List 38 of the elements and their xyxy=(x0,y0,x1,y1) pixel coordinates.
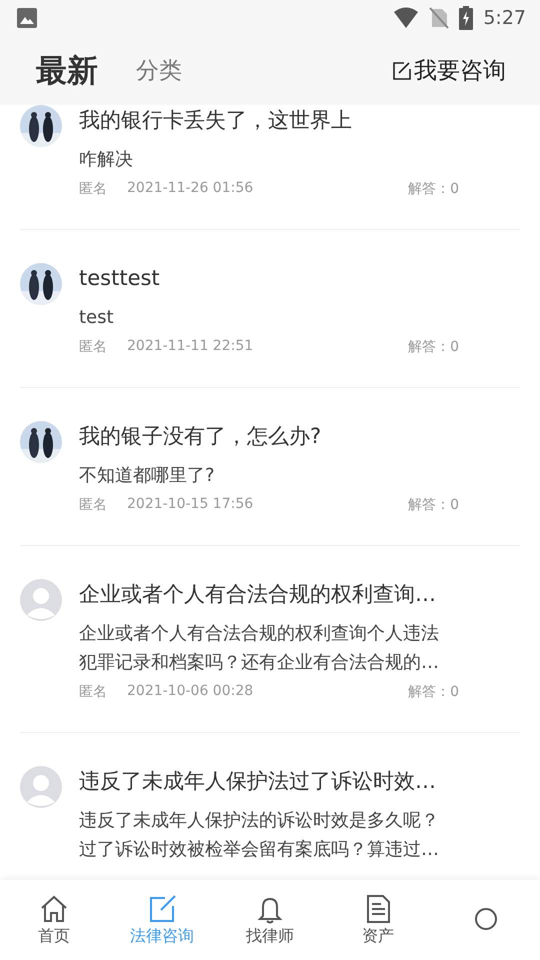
question-text: 不知道都哪里了? xyxy=(79,464,216,488)
question-text: test xyxy=(79,306,115,330)
author-label: 匿名 xyxy=(79,496,107,514)
home-icon xyxy=(39,894,69,924)
no-sim-icon xyxy=(429,7,450,29)
avatar-icon xyxy=(20,579,62,621)
header-tab[interactable]: 最新 xyxy=(36,50,98,92)
nav-tab[interactable]: 找律师 xyxy=(216,880,324,960)
wifi-icon xyxy=(393,7,420,29)
edit-icon xyxy=(392,60,412,80)
question-date: 2021-10-15 17:56 xyxy=(127,496,254,514)
question-title[interactable]: 违反了未成年人保护法过了诉讼时效… xyxy=(79,766,447,796)
question-text: 咋解决 xyxy=(79,148,134,172)
question-title[interactable]: 企业或者个人有合法合规的权利查询… xyxy=(79,579,459,609)
question-text: 违反了未成年人保护法的诉讼时效是多久呢？过了诉讼时效被检举会留有案底吗？算违过… xyxy=(79,809,440,862)
answer-count: 解答：0 xyxy=(408,496,459,514)
answer-count: 解答：0 xyxy=(408,180,459,198)
avatar-icon xyxy=(20,766,62,808)
question-date: 2021-11-11 22:51 xyxy=(127,338,254,356)
question-title[interactable]: 我的银子没有了，怎么办? xyxy=(79,421,459,451)
question-date: 2021-10-06 00:28 xyxy=(127,683,254,701)
question-text: 企业或者个人有合法合规的权利查询个人违法犯罪记录和档案吗？还有企业有合法合规的… xyxy=(79,622,440,675)
edit-icon xyxy=(147,894,177,924)
author-label: 匿名 xyxy=(79,180,107,198)
nav-tab[interactable]: 资产 xyxy=(324,880,432,960)
answer-count: 解答：0 xyxy=(408,338,459,356)
consult-button[interactable]: 我要咨询 xyxy=(392,55,520,86)
header-tab[interactable]: 分类 xyxy=(136,55,182,86)
status-time: 5:27 xyxy=(483,7,526,29)
answer-count: 解答：0 xyxy=(408,683,459,701)
author-label: 匿名 xyxy=(79,338,107,356)
question-title[interactable]: 我的银行卡丢失了，这世界上 xyxy=(79,105,459,135)
battery-icon xyxy=(459,6,474,30)
image-icon xyxy=(16,7,38,29)
nav-tab[interactable]: 首页 xyxy=(0,880,108,960)
author-label: 匿名 xyxy=(79,683,107,701)
question-date: 2021-11-26 01:56 xyxy=(127,180,254,198)
question-title[interactable]: testtest xyxy=(79,263,459,293)
